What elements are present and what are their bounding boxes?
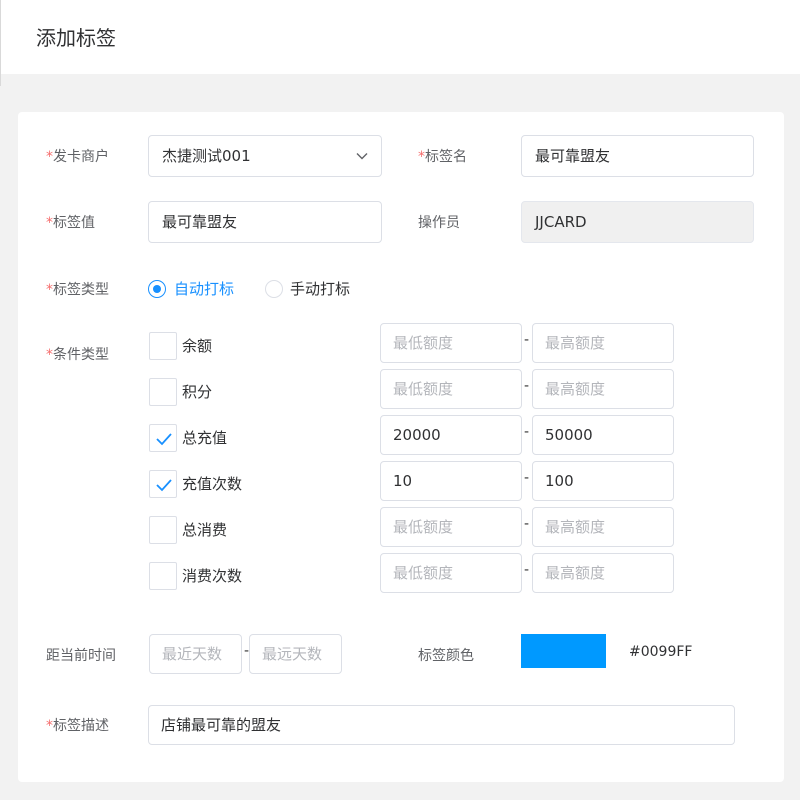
page-title: 添加标签 — [36, 26, 116, 50]
radio-manual-tag[interactable] — [265, 280, 283, 298]
min-amount-input-text: 最低额度 — [393, 334, 454, 352]
range-separator: - — [524, 516, 530, 532]
farthest-days-placeholder: 最远天数 — [262, 645, 323, 663]
divider — [0, 74, 1, 86]
distance-label: 距当前时间 — [46, 648, 116, 664]
max-amount-input-text: 最高额度 — [545, 518, 606, 536]
tag-name-value: 最可靠盟友 — [535, 147, 611, 165]
operator-label: 操作员 — [418, 215, 460, 231]
merchant-label-text: 发卡商户 — [53, 149, 109, 165]
min-amount-input[interactable]: 最低额度 — [380, 553, 522, 593]
condition-type-label: *条件类型 — [46, 345, 109, 365]
tag-name-label-text: 标签名 — [425, 149, 467, 165]
condition-checkbox[interactable] — [149, 332, 177, 360]
radio-auto-tag[interactable] — [148, 280, 166, 298]
tag-type-label-text: 标签类型 — [53, 282, 109, 298]
min-amount-input[interactable]: 20000 — [380, 415, 522, 455]
max-amount-input-text: 最高额度 — [545, 334, 606, 352]
min-amount-input-text: 最低额度 — [393, 380, 454, 398]
min-amount-input-text: 最低额度 — [393, 564, 454, 582]
tag-type-label: *标签类型 — [46, 280, 109, 300]
range-separator: - — [524, 562, 530, 578]
condition-checkbox[interactable] — [149, 562, 177, 590]
range-separator: - — [524, 424, 530, 440]
required-mark: * — [46, 149, 53, 165]
required-mark: * — [46, 718, 53, 734]
range-separator: - — [524, 378, 530, 394]
min-amount-input-text: 10 — [393, 472, 413, 490]
min-amount-input[interactable]: 最低额度 — [380, 323, 522, 363]
tag-name-input[interactable]: 最可靠盟友 — [521, 135, 754, 177]
condition-checkbox[interactable] — [149, 516, 177, 544]
condition-label: 余额 — [182, 337, 213, 355]
radio-auto-tag-label[interactable]: 自动打标 — [174, 279, 234, 299]
condition-label: 总消费 — [182, 521, 228, 539]
range-separator: - — [524, 470, 530, 486]
max-amount-input[interactable]: 最高额度 — [532, 323, 674, 363]
min-amount-input-text: 20000 — [393, 426, 441, 444]
checkmark-icon — [156, 479, 172, 492]
description-label: *标签描述 — [46, 716, 109, 736]
condition-label: 充值次数 — [182, 475, 243, 493]
chevron-down-icon — [356, 153, 368, 160]
farthest-days-input[interactable]: 最远天数 — [249, 634, 342, 674]
condition-checkbox[interactable] — [149, 470, 177, 498]
nearest-days-placeholder: 最近天数 — [162, 645, 223, 663]
max-amount-input[interactable]: 50000 — [532, 415, 674, 455]
page-header: 添加标签 — [0, 0, 800, 74]
condition-label: 积分 — [182, 383, 213, 401]
color-hex-value: #0099FF — [629, 644, 693, 660]
merchant-select[interactable]: 杰捷测试001 — [148, 135, 382, 177]
max-amount-input-text: 100 — [545, 472, 574, 490]
description-label-text: 标签描述 — [53, 718, 109, 734]
required-mark: * — [46, 282, 53, 298]
condition-label: 总充值 — [182, 429, 228, 447]
max-amount-input[interactable]: 100 — [532, 461, 674, 501]
add-tag-form: *发卡商户 杰捷测试001 *标签名 最可靠盟友 *标签值 最可靠盟友 操作员 … — [18, 112, 784, 782]
required-mark: * — [46, 215, 53, 231]
tag-value-label-text: 标签值 — [53, 215, 95, 231]
condition-label: 消费次数 — [182, 567, 243, 585]
range-separator: - — [524, 332, 530, 348]
radio-manual-tag-label[interactable]: 手动打标 — [290, 279, 350, 299]
condition-type-label-text: 条件类型 — [53, 347, 109, 363]
min-amount-input[interactable]: 最低额度 — [380, 369, 522, 409]
checkmark-icon — [156, 433, 172, 446]
max-amount-input[interactable]: 最高额度 — [532, 553, 674, 593]
max-amount-input-text: 最高额度 — [545, 380, 606, 398]
merchant-label: *发卡商户 — [46, 147, 109, 167]
min-amount-input-text: 最低额度 — [393, 518, 454, 536]
max-amount-input-text: 50000 — [545, 426, 593, 444]
required-mark: * — [418, 149, 425, 165]
tag-name-label: *标签名 — [418, 147, 467, 167]
tag-color-label: 标签颜色 — [418, 648, 474, 664]
min-amount-input[interactable]: 10 — [380, 461, 522, 501]
merchant-select-value: 杰捷测试001 — [162, 147, 251, 165]
max-amount-input[interactable]: 最高额度 — [532, 369, 674, 409]
tag-value-input[interactable]: 最可靠盟友 — [148, 201, 382, 243]
min-amount-input[interactable]: 最低额度 — [380, 507, 522, 547]
description-input[interactable]: 店铺最可靠的盟友 — [148, 705, 735, 745]
operator-value: JJCARD — [535, 213, 587, 231]
max-amount-input[interactable]: 最高额度 — [532, 507, 674, 547]
max-amount-input-text: 最高额度 — [545, 564, 606, 582]
description-value: 店铺最可靠的盟友 — [161, 716, 282, 734]
nearest-days-input[interactable]: 最近天数 — [149, 634, 242, 674]
required-mark: * — [46, 347, 53, 363]
tag-value-label: *标签值 — [46, 213, 95, 233]
condition-checkbox[interactable] — [149, 424, 177, 452]
operator-input: JJCARD — [521, 201, 754, 243]
color-swatch[interactable] — [521, 634, 606, 668]
condition-checkbox[interactable] — [149, 378, 177, 406]
tag-value-value: 最可靠盟友 — [162, 213, 238, 231]
